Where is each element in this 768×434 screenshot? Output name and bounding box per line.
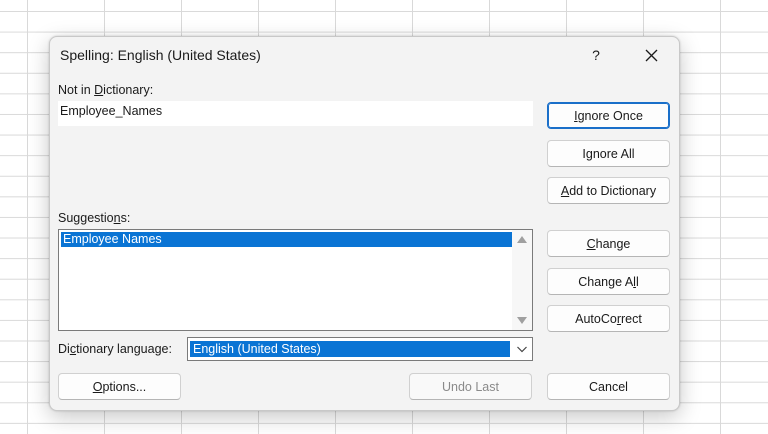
dictionary-language-select[interactable]: English (United States) <box>187 337 533 361</box>
dictionary-language-label: Dictionary language: <box>58 342 172 356</box>
spelling-dialog: Spelling: English (United States) ? Not … <box>49 36 680 411</box>
undo-last-button[interactable]: Undo Last <box>409 373 532 400</box>
suggestions-scrollbar[interactable] <box>512 230 532 330</box>
suggestion-item[interactable]: Employee Names <box>61 232 512 247</box>
dictionary-language-value: English (United States) <box>190 341 510 357</box>
not-in-dictionary-field[interactable]: Employee_Names <box>58 101 533 126</box>
close-button[interactable] <box>637 43 665 67</box>
help-button[interactable]: ? <box>582 43 610 67</box>
scroll-down-icon[interactable] <box>517 317 527 324</box>
scroll-up-icon[interactable] <box>517 236 527 243</box>
close-icon <box>645 49 657 61</box>
cancel-button[interactable]: Cancel <box>547 373 670 400</box>
change-all-button[interactable]: Change All <box>547 268 670 295</box>
options-button[interactable]: Options... <box>58 373 181 400</box>
suggestions-list[interactable]: Employee Names <box>58 229 533 331</box>
autocorrect-button[interactable]: AutoCo r rect <box>547 305 670 332</box>
ignore-all-button[interactable]: Ig nore All <box>547 140 670 167</box>
not-in-dictionary-value: Employee_Names <box>60 104 163 118</box>
add-to-dictionary-button[interactable]: Add to Dictionary <box>547 177 670 204</box>
ignore-once-button[interactable]: Ignore Once <box>547 102 670 129</box>
chevron-down-icon[interactable] <box>516 343 528 355</box>
suggestions-label: Suggestions: <box>58 211 131 225</box>
change-button[interactable]: Change <box>547 230 670 257</box>
dialog-title: Spelling: English (United States) <box>60 47 261 63</box>
not-in-dictionary-label: Not in Dictionary: <box>58 83 154 97</box>
